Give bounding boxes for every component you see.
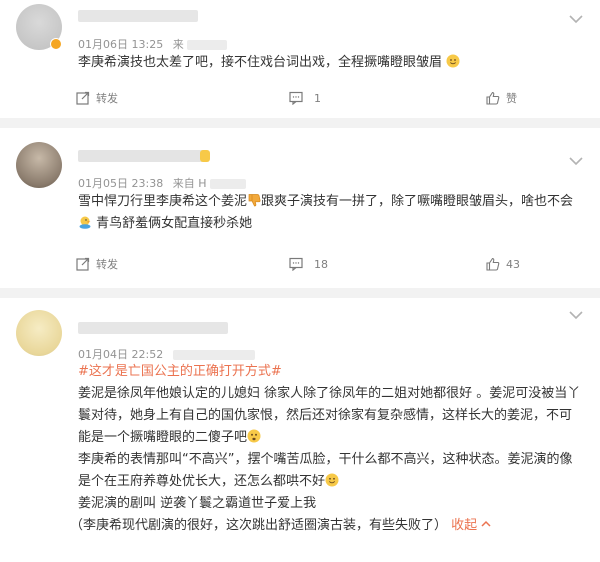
repost-icon — [76, 91, 90, 105]
member-badge-icon — [200, 150, 210, 162]
duck-emoji-icon — [79, 216, 91, 229]
post-source: 来 — [172, 38, 184, 51]
like-button[interactable]: 赞 — [486, 88, 517, 108]
avatar[interactable] — [16, 142, 62, 188]
post-source: 来自 H — [172, 177, 207, 190]
post-meta: 01月05日 23:38 来自 H — [78, 175, 246, 191]
post-date: 01月04日 22:52 — [78, 348, 164, 361]
thumbs-up-icon — [486, 257, 500, 271]
separator — [0, 118, 600, 128]
chevron-down-icon[interactable] — [568, 14, 584, 24]
repost-button[interactable]: 转发 — [76, 254, 118, 274]
chevron-down-icon[interactable] — [568, 156, 584, 166]
topic-tag-link[interactable]: #这才是亡国公主的正确打开方式# — [78, 364, 282, 379]
repost-button[interactable]: 转发 — [76, 88, 118, 108]
post-date: 01月05日 23:38 — [78, 177, 164, 190]
comment-icon — [289, 257, 303, 271]
comment-icon — [289, 91, 303, 105]
username[interactable] — [78, 322, 228, 334]
separator — [0, 288, 600, 298]
grin-emoji-icon — [325, 473, 339, 487]
post-body: #这才是亡国公主的正确打开方式# 姜泥是徐凤年他娘认定的儿媳妇 徐家人除了徐凤年… — [70, 364, 581, 533]
smile-emoji-icon — [446, 54, 460, 68]
avatar[interactable] — [16, 310, 62, 356]
cry-emoji-icon — [247, 429, 261, 443]
post-text: 李庚希演技也太差了吧，接不住戏台词出戏，全程撅嘴瞪眼皱眉 — [78, 55, 443, 70]
comment-card: 01月05日 23:38 来自 H 雪中悍刀行里李庚希这个姜泥 跟爽子演技有一拼了… — [0, 128, 600, 288]
comment-card: 01月04日 22:52 #这才是亡国公主的正确打开方式# 姜泥是徐凤年他娘认定… — [0, 298, 600, 562]
like-button[interactable]: 43 — [486, 254, 520, 274]
post-body: 李庚希演技也太差了吧，接不住戏台词出戏，全程撅嘴瞪眼皱眉 — [78, 52, 586, 74]
comment-button[interactable]: 1 — [289, 88, 321, 108]
thumbs-up-icon — [486, 91, 500, 105]
chevron-up-icon[interactable] — [480, 520, 492, 528]
username[interactable] — [78, 150, 206, 162]
username[interactable] — [78, 10, 198, 22]
verified-badge-icon — [50, 38, 62, 50]
thumbs-down-emoji-icon — [248, 194, 261, 207]
chevron-down-icon[interactable] — [568, 310, 584, 320]
post-meta: 01月04日 22:52 — [78, 346, 255, 362]
action-bar: 转发 18 43 — [60, 254, 600, 274]
comment-button[interactable]: 18 — [289, 254, 328, 274]
post-date: 01月06日 13:25 — [78, 38, 164, 51]
comment-card: 01月06日 13:25 来 李庚希演技也太差了吧，接不住戏台词出戏，全程撅嘴瞪… — [0, 0, 600, 118]
collapse-link[interactable]: 收起 — [451, 518, 477, 533]
post-meta: 01月06日 13:25 来 — [78, 36, 228, 52]
action-bar: 转发 1 赞 — [60, 88, 600, 108]
repost-icon — [76, 257, 90, 271]
post-body: 雪中悍刀行里李庚希这个姜泥 跟爽子演技有一拼了，除了噘嘴瞪眼皱眉头，啥也不会 青鸟… — [78, 194, 574, 231]
